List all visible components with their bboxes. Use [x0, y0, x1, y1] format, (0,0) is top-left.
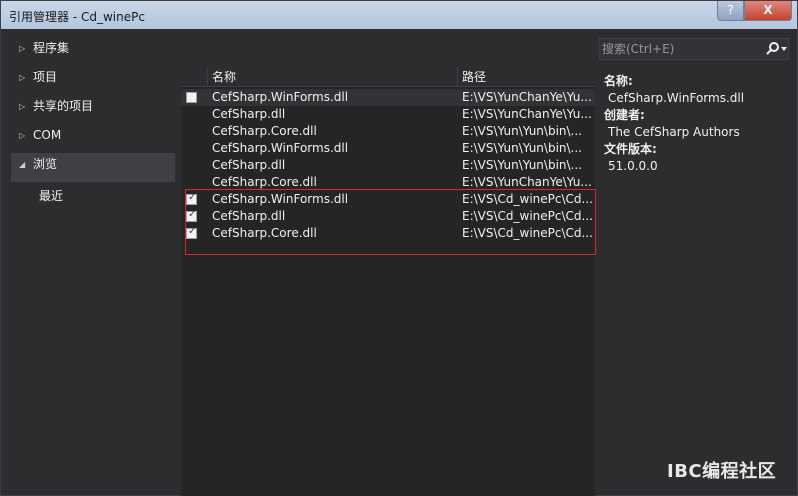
- table-row[interactable]: CefSharp.WinForms.dll E:\VS\YunChanYe\Yu…: [181, 89, 595, 106]
- nav-item-assemblies[interactable]: ▷ 程序集: [11, 37, 175, 66]
- reference-name: CefSharp.WinForms.dll: [212, 141, 349, 155]
- include-checkbox[interactable]: [186, 226, 197, 239]
- table-row[interactable]: CefSharp.Core.dll E:\VS\Cd_winePc\Cd...: [181, 225, 595, 242]
- reference-manager-window: 引用管理器 - Cd_winePc ? X ▷ 程序集 ▷ 项目 ▷ 共享的项目…: [0, 0, 798, 496]
- reference-path: E:\VS\Cd_winePc\Cd...: [462, 226, 592, 240]
- reference-path: E:\VS\YunChanYe\Yu...: [462, 90, 592, 104]
- reference-path: E:\VS\YunChanYe\Yu...: [462, 107, 592, 121]
- table-row[interactable]: CefSharp.Core.dll E:\VS\Yun\Yun\bin\...: [181, 123, 595, 140]
- close-button[interactable]: X: [744, 1, 792, 21]
- table-row[interactable]: CefSharp.Core.dll E:\VS\YunChanYe\Yu...: [181, 174, 595, 191]
- category-nav: ▷ 程序集 ▷ 项目 ▷ 共享的项目 ▷ COM ◢ 浏览 最近: [11, 37, 175, 211]
- watermark: IBC编程社区: [667, 461, 777, 482]
- search-input[interactable]: [602, 40, 758, 58]
- reference-name: CefSharp.WinForms.dll: [212, 192, 349, 206]
- table-row[interactable]: CefSharp.dll E:\VS\Cd_winePc\Cd...: [181, 208, 595, 225]
- nav-item-projects[interactable]: ▷ 项目: [11, 66, 175, 95]
- reference-path: E:\VS\Yun\Yun\bin\...: [462, 158, 582, 172]
- window-title: 引用管理器 - Cd_winePc: [9, 10, 145, 24]
- nav-item-browse[interactable]: ◢ 浏览: [11, 153, 175, 182]
- reference-name: CefSharp.dll: [212, 209, 286, 223]
- version-label: 文件版本:: [604, 142, 657, 156]
- search-box[interactable]: [599, 38, 789, 60]
- name-value: CefSharp.WinForms.dll: [608, 91, 745, 105]
- reference-path: E:\VS\Yun\Yun\bin\...: [462, 141, 582, 155]
- nav-item-label: 项目: [33, 70, 58, 84]
- reference-name: CefSharp.dll: [212, 158, 286, 172]
- nav-item-com[interactable]: ▷ COM: [11, 124, 175, 153]
- column-header-name[interactable]: 名称: [207, 67, 457, 87]
- help-button[interactable]: ?: [717, 1, 744, 21]
- nav-item-label: 共享的项目: [33, 99, 94, 113]
- reference-list: 名称 路径 CefSharp.WinForms.dll E:\VS\YunCha…: [181, 67, 595, 496]
- reference-path: E:\VS\Cd_winePc\Cd...: [462, 192, 592, 206]
- reference-path: E:\VS\Cd_winePc\Cd...: [462, 209, 592, 223]
- creator-label: 创建者:: [604, 108, 645, 122]
- column-header-path[interactable]: 路径: [457, 67, 595, 87]
- version-value: 51.0.0.0: [608, 159, 658, 173]
- expand-arrow-icon[interactable]: ▷: [19, 66, 25, 89]
- include-checkbox[interactable]: [186, 192, 197, 205]
- details-panel: 名称: CefSharp.WinForms.dll 创建者: The CefSh…: [604, 73, 794, 175]
- include-checkbox[interactable]: [186, 92, 197, 103]
- include-checkbox[interactable]: [186, 209, 197, 222]
- nav-item-label: 浏览: [33, 157, 58, 171]
- list-header: 名称 路径: [181, 67, 595, 87]
- search-icon[interactable]: [762, 40, 788, 58]
- name-label: 名称:: [604, 74, 633, 88]
- nav-item-label: COM: [33, 128, 62, 142]
- reference-name: CefSharp.Core.dll: [212, 124, 317, 138]
- collapse-arrow-icon[interactable]: ◢: [19, 153, 25, 176]
- table-row[interactable]: CefSharp.WinForms.dll E:\VS\Yun\Yun\bin\…: [181, 140, 595, 157]
- reference-path: E:\VS\Yun\Yun\bin\...: [462, 124, 582, 138]
- nav-subitem-recent[interactable]: 最近: [11, 182, 175, 211]
- reference-name: CefSharp.dll: [212, 107, 286, 121]
- expand-arrow-icon[interactable]: ▷: [19, 124, 25, 147]
- nav-item-label: 程序集: [33, 41, 70, 55]
- reference-name: CefSharp.Core.dll: [212, 226, 317, 240]
- reference-path: E:\VS\YunChanYe\Yu...: [462, 175, 592, 189]
- reference-name: CefSharp.Core.dll: [212, 175, 317, 189]
- creator-value: The CefSharp Authors: [608, 125, 740, 139]
- nav-item-shared-projects[interactable]: ▷ 共享的项目: [11, 95, 175, 124]
- table-row[interactable]: CefSharp.dll E:\VS\Yun\Yun\bin\...: [181, 157, 595, 174]
- table-row[interactable]: CefSharp.dll E:\VS\YunChanYe\Yu...: [181, 106, 595, 123]
- expand-arrow-icon[interactable]: ▷: [19, 37, 25, 60]
- reference-name: CefSharp.WinForms.dll: [212, 90, 349, 104]
- expand-arrow-icon[interactable]: ▷: [19, 95, 25, 118]
- title-bar: 引用管理器 - Cd_winePc ? X: [1, 1, 797, 29]
- table-row[interactable]: CefSharp.WinForms.dll E:\VS\Cd_winePc\Cd…: [181, 191, 595, 208]
